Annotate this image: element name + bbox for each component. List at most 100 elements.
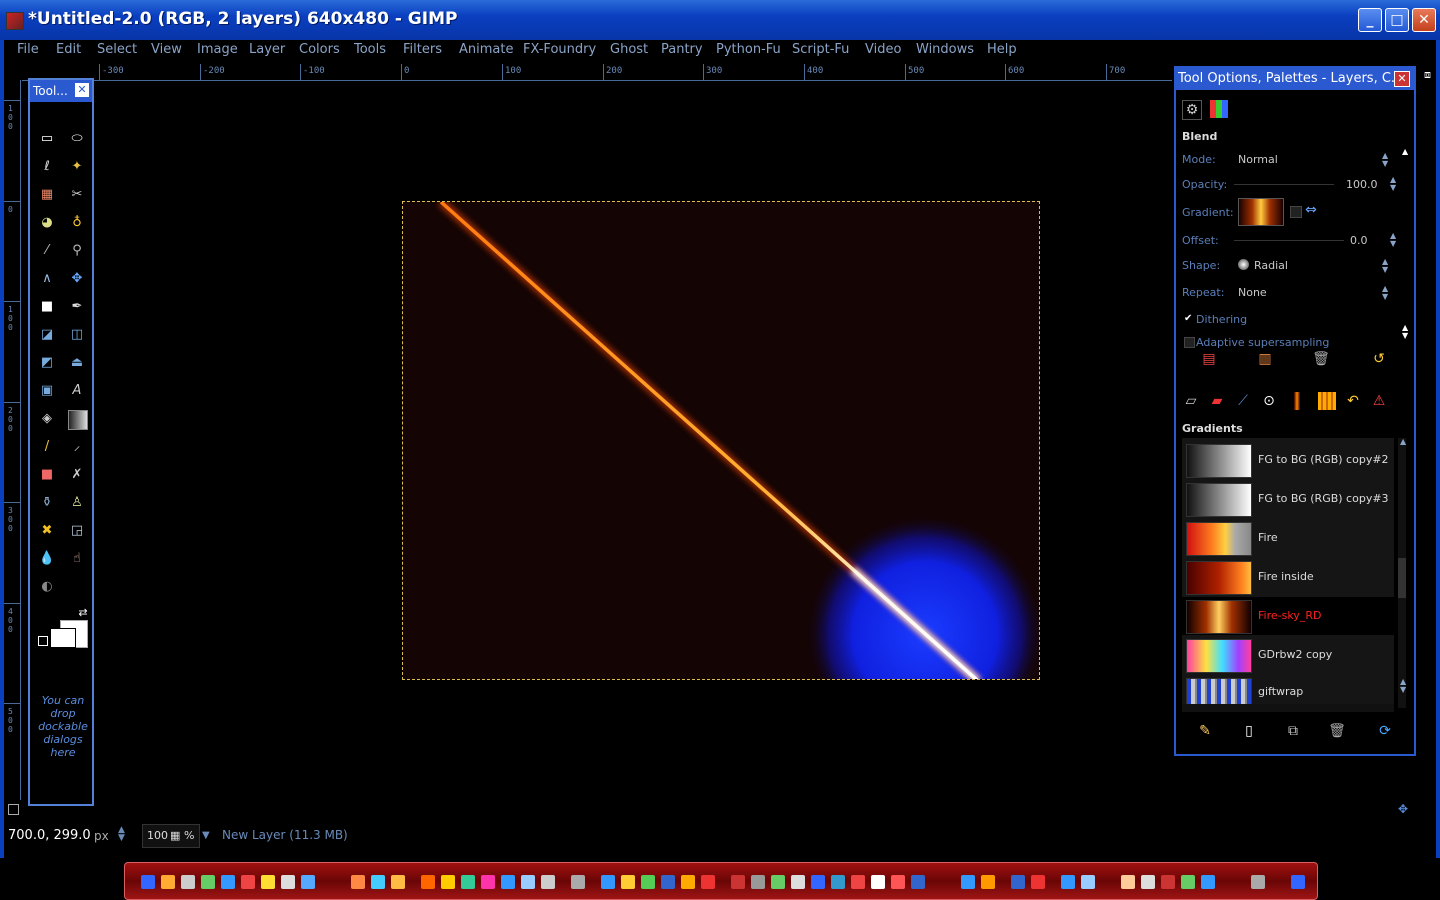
taskbar-app-icon[interactable] xyxy=(301,875,315,889)
taskbar-app-icon[interactable] xyxy=(1121,875,1135,889)
menu-image[interactable]: Image xyxy=(197,42,238,57)
taskbar-app-icon[interactable] xyxy=(571,875,585,889)
dock-header[interactable]: Tool Options, Palettes - Layers, C... ✕ xyxy=(1176,68,1414,90)
taskbar-app-icon[interactable] xyxy=(1031,875,1045,889)
taskbar-app-icon[interactable] xyxy=(161,875,175,889)
airbrush-icon[interactable]: ✗ xyxy=(68,466,86,484)
menu-help[interactable]: Help xyxy=(987,42,1017,57)
text-tool-icon[interactable]: A xyxy=(68,382,86,400)
paths-tab-icon[interactable]: ⟋ xyxy=(1234,392,1252,410)
color-select-icon[interactable]: ▦ xyxy=(38,186,56,204)
dock-pin-icon[interactable]: ⧈ xyxy=(1424,68,1436,81)
taskbar-app-icon[interactable] xyxy=(871,875,885,889)
taskbar-app-icon[interactable] xyxy=(641,875,655,889)
menu-fx-foundry[interactable]: FX-Foundry xyxy=(523,42,596,57)
taskbar-app-icon[interactable] xyxy=(771,875,785,889)
gradients-tab-icon[interactable] xyxy=(1294,392,1300,410)
menu-layer[interactable]: Layer xyxy=(249,42,285,57)
gradients-vscroll-thumb[interactable] xyxy=(1398,558,1406,598)
taskbar-app-icon[interactable] xyxy=(981,875,995,889)
toolbox-header[interactable]: Tool... ✕ xyxy=(30,80,92,102)
taskbar-app-icon[interactable] xyxy=(1061,875,1075,889)
foreground-select-icon[interactable]: ◕ xyxy=(38,214,56,232)
unit-selector-icon[interactable]: ▲ ▼ xyxy=(118,826,125,843)
gradient-preview-button[interactable] xyxy=(1238,198,1284,226)
menu-pantry[interactable]: Pantry xyxy=(661,42,703,57)
tool-options-tab-icon[interactable]: ⚙ xyxy=(1182,100,1202,120)
gradient-reverse-checkbox[interactable] xyxy=(1290,206,1302,218)
opacity-spin-icon[interactable]: ▲ ▼ xyxy=(1390,176,1396,192)
gradients-scroll-up-icon[interactable]: ▲ xyxy=(1400,438,1406,446)
foreground-color-swatch[interactable] xyxy=(50,628,76,648)
gradient-list-item[interactable]: FG to BG (RGB) copy#2 xyxy=(1182,441,1394,479)
taskbar-app-icon[interactable] xyxy=(1161,875,1175,889)
taskbar-app-icon[interactable] xyxy=(351,875,365,889)
taskbar-app-icon[interactable] xyxy=(811,875,825,889)
gradients-hscrollbar[interactable] xyxy=(1182,704,1394,712)
offset-value[interactable]: 0.0 xyxy=(1350,234,1368,247)
horizontal-ruler[interactable]: -300 -200 -100 0 100 200 300 400 500 600… xyxy=(22,64,1172,81)
taskbar-app-icon[interactable] xyxy=(851,875,865,889)
menu-tools[interactable]: Tools xyxy=(354,42,386,57)
options-scroll-up-icon[interactable]: ▲ xyxy=(1402,148,1408,156)
taskbar-app-icon[interactable] xyxy=(1291,875,1305,889)
close-button[interactable]: ✕ xyxy=(1412,8,1436,32)
menu-ghost[interactable]: Ghost xyxy=(610,42,648,57)
taskbar-app-icon[interactable] xyxy=(481,875,495,889)
gradient-list-item[interactable]: Fire inside xyxy=(1182,558,1394,596)
taskbar-app-icon[interactable] xyxy=(831,875,845,889)
refresh-gradients-icon[interactable]: ⟳ xyxy=(1376,722,1394,740)
menu-colors[interactable]: Colors xyxy=(299,42,340,57)
menu-python-fu[interactable]: Python-Fu xyxy=(716,42,781,57)
taskbar-app-icon[interactable] xyxy=(681,875,695,889)
restore-options-icon[interactable]: ▥ xyxy=(1256,350,1274,368)
menu-filters[interactable]: Filters xyxy=(403,42,442,57)
taskbar-app-icon[interactable] xyxy=(1141,875,1155,889)
offset-spin-icon[interactable]: ▲ ▼ xyxy=(1390,232,1396,248)
offset-slider[interactable] xyxy=(1234,240,1344,241)
mode-select[interactable]: Normal xyxy=(1238,153,1278,166)
perspective-clone-icon[interactable]: ◲ xyxy=(68,522,86,540)
new-gradient-icon[interactable]: ▯ xyxy=(1240,722,1258,740)
taskbar-app-icon[interactable] xyxy=(1011,875,1025,889)
taskbar-app-icon[interactable] xyxy=(281,875,295,889)
shape-select[interactable]: Radial xyxy=(1254,259,1288,272)
patterns-tab-icon[interactable] xyxy=(1318,392,1336,410)
dithering-checkbox[interactable]: ✔ xyxy=(1184,314,1194,324)
error-console-tab-icon[interactable]: ⚠ xyxy=(1370,392,1388,410)
mode-dropdown-arrows-icon[interactable]: ▲ ▼ xyxy=(1382,152,1388,168)
taskbar-app-icon[interactable] xyxy=(701,875,715,889)
ink-icon[interactable]: ⚱ xyxy=(38,494,56,512)
gradient-list-item[interactable]: Fire xyxy=(1182,519,1394,557)
zoom-icon[interactable]: ⚲ xyxy=(68,242,86,260)
repeat-dropdown-arrows-icon[interactable]: ▲ ▼ xyxy=(1382,285,1388,301)
image-canvas[interactable] xyxy=(402,201,1040,680)
options-scroll-mid-icon[interactable]: ▲ ▼ xyxy=(1402,324,1408,340)
delete-gradient-icon[interactable]: 🗑 xyxy=(1328,722,1346,740)
taskbar-app-icon[interactable] xyxy=(391,875,405,889)
menu-animate[interactable]: Animate xyxy=(459,42,513,57)
supersampling-checkbox[interactable] xyxy=(1184,337,1195,348)
taskbar-app-icon[interactable] xyxy=(601,875,615,889)
taskbar-app-icon[interactable] xyxy=(221,875,235,889)
quick-mask-toggle[interactable] xyxy=(8,804,19,815)
taskbar-app-icon[interactable] xyxy=(1201,875,1215,889)
scale-icon[interactable]: ◪ xyxy=(38,326,56,344)
paintbrush-icon[interactable]: ⸝ xyxy=(68,438,86,456)
duplicate-gradient-icon[interactable]: ⧉ xyxy=(1284,722,1302,740)
menu-script-fu[interactable]: Script-Fu xyxy=(792,42,849,57)
taskbar-app-icon[interactable] xyxy=(201,875,215,889)
taskbar-app-icon[interactable] xyxy=(421,875,435,889)
toolbox-close-icon[interactable]: ✕ xyxy=(75,83,89,97)
move-icon[interactable]: ✥ xyxy=(68,270,86,288)
taskbar-app-icon[interactable] xyxy=(541,875,555,889)
taskbar-app-icon[interactable] xyxy=(1251,875,1265,889)
taskbar-app-icon[interactable] xyxy=(1081,875,1095,889)
taskbar-app-icon[interactable] xyxy=(621,875,635,889)
taskbar-app-icon[interactable] xyxy=(261,875,275,889)
color-picker-icon[interactable]: ⁄ xyxy=(38,242,56,260)
reset-options-icon[interactable]: ↺ xyxy=(1370,350,1388,368)
cage-transform-icon[interactable]: ▣ xyxy=(38,382,56,400)
rect-select-icon[interactable]: ▭ xyxy=(38,130,56,148)
opacity-slider[interactable] xyxy=(1234,184,1334,185)
